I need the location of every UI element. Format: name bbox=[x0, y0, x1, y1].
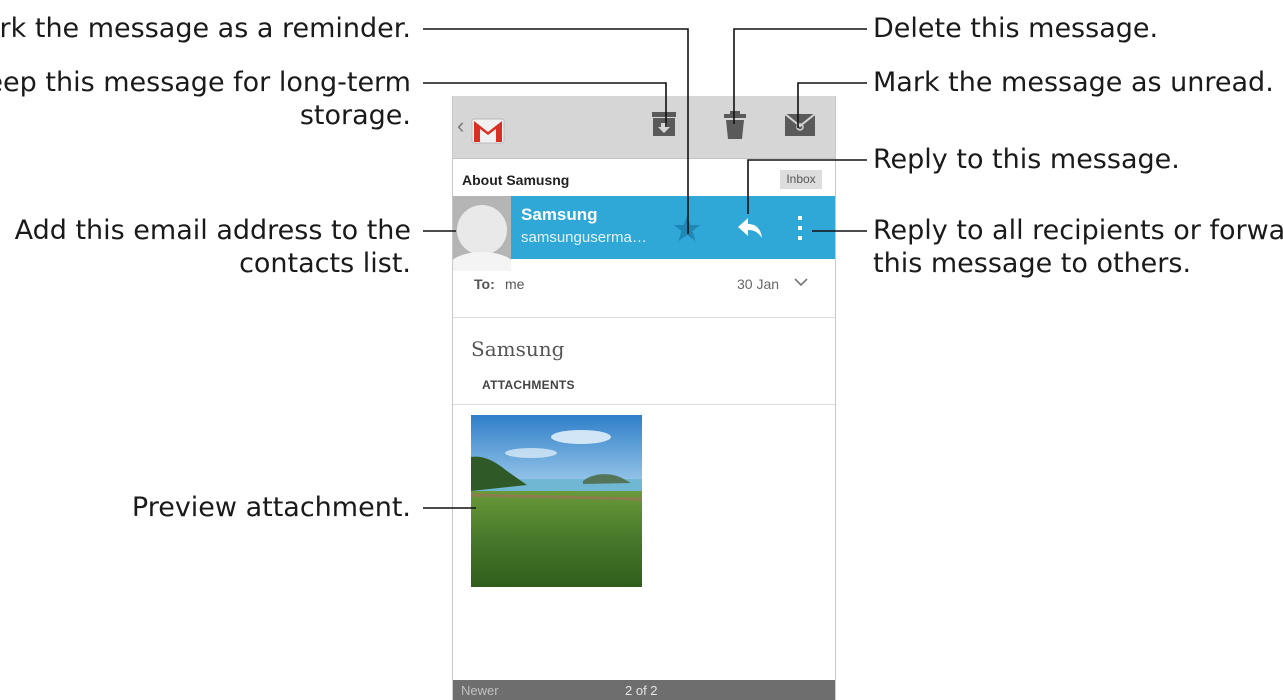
sender-header: Samsung samsunguserma… bbox=[453, 196, 835, 271]
message-body: Samsung bbox=[471, 337, 565, 361]
callout-reminder-text: Mark the message as a reminder. bbox=[0, 13, 411, 44]
callout-reply-all-line2: this message to others. bbox=[873, 248, 1192, 279]
callout-delete: Delete this message. bbox=[873, 12, 1158, 45]
trash-icon[interactable] bbox=[723, 110, 747, 140]
page-counter: 2 of 2 bbox=[625, 683, 658, 698]
contact-avatar[interactable] bbox=[453, 196, 511, 271]
sender-info-bar: Samsung samsunguserma… bbox=[511, 196, 835, 259]
callout-archive-line1: Keep this message for long-term bbox=[0, 67, 411, 98]
attachments-header: ATTACHMENTS bbox=[482, 378, 575, 392]
callout-unread: Mark the message as unread. bbox=[873, 66, 1274, 99]
callout-add-contact: Add this email address to the contacts l… bbox=[15, 214, 411, 280]
back-chevron-icon[interactable]: ‹ bbox=[457, 113, 464, 139]
callout-add-contact-line2: contacts list. bbox=[239, 248, 411, 279]
divider bbox=[453, 404, 835, 405]
callout-preview: Preview attachment. bbox=[132, 491, 411, 524]
subject-row: About Samusng Inbox bbox=[453, 159, 835, 197]
recipient-row[interactable]: To: me 30 Jan bbox=[453, 271, 835, 318]
callout-preview-text: Preview attachment. bbox=[131, 492, 411, 523]
callout-reply-all: Reply to all recipients or forward this … bbox=[873, 214, 1283, 280]
callout-reply: Reply to this message. bbox=[873, 143, 1180, 176]
to-value: me bbox=[505, 276, 525, 292]
overflow-menu-icon[interactable] bbox=[796, 214, 804, 242]
action-bar: ‹ bbox=[453, 96, 835, 159]
sender-name: Samsung bbox=[521, 205, 598, 224]
callout-reply-text: Reply to this message. bbox=[873, 144, 1180, 175]
message-subject: About Samusng bbox=[462, 172, 570, 188]
envelope-icon[interactable] bbox=[784, 113, 816, 137]
message-date: 30 Jan bbox=[737, 276, 780, 292]
reply-icon[interactable] bbox=[737, 217, 763, 239]
person-icon bbox=[453, 205, 511, 271]
pagination-bar: Newer 2 of 2 bbox=[453, 680, 835, 700]
callout-reply-all-line1: Reply to all recipients or forward bbox=[873, 215, 1283, 246]
chevron-down-icon[interactable] bbox=[793, 276, 809, 288]
archive-icon[interactable] bbox=[651, 110, 677, 138]
email-screen: ‹ About Samusng Inbox Samsung samsunguse… bbox=[452, 96, 836, 700]
to-label: To: bbox=[474, 276, 495, 292]
inbox-label-badge[interactable]: Inbox bbox=[780, 170, 822, 189]
callout-add-contact-line1: Add this email address to the bbox=[14, 215, 411, 246]
attachment-thumbnail[interactable] bbox=[471, 415, 642, 587]
callout-delete-text: Delete this message. bbox=[873, 13, 1159, 44]
callout-archive-line2: storage. bbox=[299, 100, 411, 131]
gmail-logo-icon[interactable] bbox=[471, 116, 507, 146]
newer-button[interactable]: Newer bbox=[461, 683, 499, 698]
sender-email: samsunguserma… bbox=[521, 229, 647, 246]
callout-unread-text: Mark the message as unread. bbox=[873, 67, 1274, 98]
callout-archive: Keep this message for long-term storage. bbox=[0, 66, 411, 132]
star-icon[interactable] bbox=[673, 215, 701, 242]
callout-reminder: Mark the message as a reminder. bbox=[0, 12, 411, 45]
